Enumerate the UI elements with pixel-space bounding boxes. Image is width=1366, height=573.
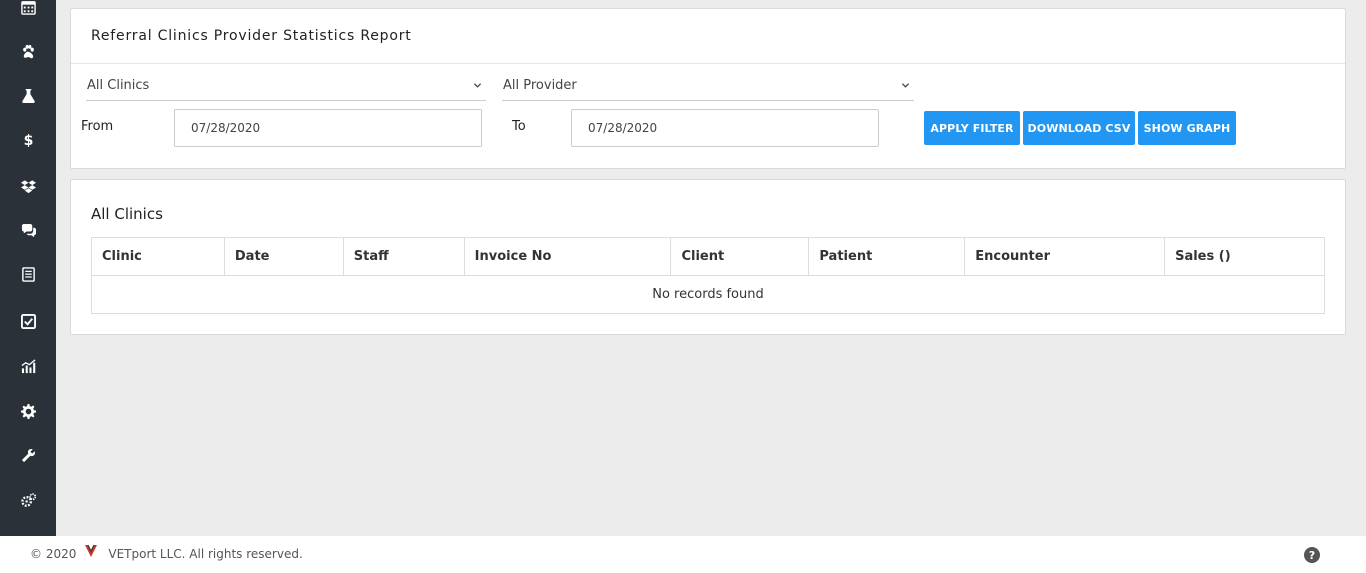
results-table: Clinic Date Staff Invoice No Client Pati… [91, 237, 1325, 314]
from-label: From [81, 119, 114, 134]
list-icon[interactable] [0, 252, 56, 296]
checkbox-icon[interactable] [0, 299, 56, 343]
clinic-select-value: All Clinics [87, 77, 150, 93]
column-header-patient[interactable]: Patient [808, 237, 966, 276]
dropbox-icon[interactable] [0, 164, 56, 208]
column-header-invoice-no[interactable]: Invoice No [463, 237, 672, 276]
column-header-date[interactable]: Date [223, 237, 344, 276]
results-panel: All Clinics Clinic Date Staff Invoice No… [70, 179, 1346, 335]
wrench-icon[interactable] [0, 433, 56, 477]
paw-icon[interactable] [0, 29, 56, 73]
column-header-encounter[interactable]: Encounter [964, 237, 1166, 276]
help-icon[interactable]: ? [1304, 547, 1320, 563]
from-date-input[interactable] [174, 109, 482, 147]
table-row: No records found [91, 275, 1325, 314]
chart-icon[interactable] [0, 344, 56, 388]
column-header-staff[interactable]: Staff [342, 237, 465, 276]
gear-icon[interactable] [0, 389, 56, 433]
calendar-icon[interactable] [0, 0, 56, 29]
sidebar-nav: $ [0, 0, 56, 536]
provider-select-value: All Provider [503, 77, 577, 93]
filter-panel: Referral Clinics Provider Statistics Rep… [70, 8, 1346, 169]
show-graph-button[interactable]: SHOW GRAPH [1138, 111, 1236, 145]
download-csv-button[interactable]: DOWNLOAD CSV [1023, 111, 1135, 145]
flask-icon[interactable] [0, 73, 56, 117]
company-name: VETport LLC. All rights reserved. [108, 547, 303, 561]
svg-text:$: $ [23, 133, 33, 147]
apply-filter-button[interactable]: APPLY FILTER [924, 111, 1020, 145]
to-date-input[interactable] [571, 109, 879, 147]
provider-select[interactable]: All Provider [502, 70, 914, 101]
table-header-row: Clinic Date Staff Invoice No Client Pati… [91, 237, 1325, 276]
chat-icon[interactable] [0, 208, 56, 252]
page-title: Referral Clinics Provider Statistics Rep… [91, 28, 412, 44]
chevron-down-icon [901, 83, 910, 88]
to-label: To [512, 119, 526, 134]
report-header: Referral Clinics Provider Statistics Rep… [71, 9, 1345, 64]
column-header-clinic[interactable]: Clinic [91, 237, 225, 276]
dollar-icon[interactable]: $ [0, 117, 56, 161]
gears-icon[interactable] [0, 478, 56, 522]
copyright-year: © 2020 [30, 547, 77, 561]
column-header-sales[interactable]: Sales () [1164, 237, 1325, 276]
empty-message: No records found [91, 275, 1325, 314]
chevron-down-icon [473, 83, 482, 88]
clinic-select[interactable]: All Clinics [86, 70, 486, 101]
column-header-client[interactable]: Client [670, 237, 810, 276]
vetport-logo-icon [85, 544, 98, 557]
section-title: All Clinics [91, 205, 163, 223]
footer-copyright: © 2020 VETport LLC. All rights reserved. [30, 544, 303, 561]
footer: © 2020 VETport LLC. All rights reserved.… [0, 536, 1366, 573]
